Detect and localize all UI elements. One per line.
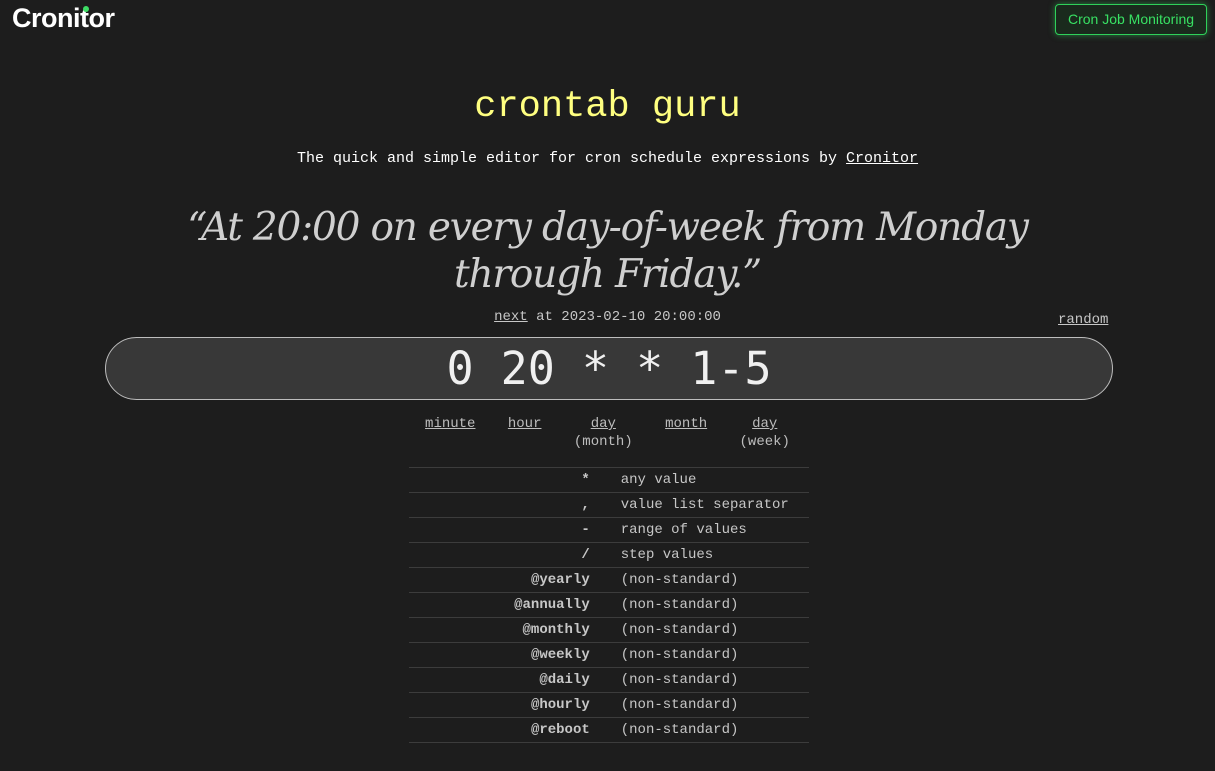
next-link[interactable]: next [494, 309, 528, 325]
table-row: @weekly (non-standard) [409, 642, 809, 668]
syntax-description: (non-standard) [620, 597, 739, 613]
syntax-description: (non-standard) [620, 697, 739, 713]
logo-dot-icon [83, 6, 89, 12]
syntax-description: (non-standard) [620, 647, 739, 663]
table-row: @annually (non-standard) [409, 592, 809, 618]
syntax-symbol: / [581, 547, 590, 563]
table-row: @reboot (non-standard) [409, 717, 809, 743]
random-link[interactable]: random [1058, 312, 1108, 328]
table-row: , value list separator [409, 492, 809, 518]
syntax-description: (non-standard) [620, 622, 739, 638]
cron-expression-input[interactable] [105, 337, 1113, 400]
table-row: * any value [409, 467, 809, 493]
table-row: @hourly (non-standard) [409, 692, 809, 718]
syntax-description: (non-standard) [620, 572, 739, 588]
table-row: @yearly (non-standard) [409, 567, 809, 593]
next-run: next at 2023-02-10 20:00:00 [0, 309, 1215, 325]
table-row: @daily (non-standard) [409, 667, 809, 693]
syntax-symbol: , [581, 497, 590, 513]
cronitor-link[interactable]: Cronitor [846, 150, 918, 167]
human-readable-description: “At 20:00 on every day-of-week from Mond… [187, 205, 1029, 297]
syntax-description: step values [620, 547, 714, 563]
cronitor-logo[interactable]: Cronitor [12, 3, 115, 34]
syntax-symbol: @annually [514, 597, 590, 613]
field-day-week: day (week) [740, 415, 790, 451]
field-day-week-link[interactable]: day [752, 416, 777, 432]
syntax-symbol: @monthly [522, 622, 590, 638]
syntax-symbol: @hourly [530, 697, 590, 713]
field-minute: minute [425, 415, 475, 433]
table-row: - range of values [409, 517, 809, 543]
syntax-symbol: @daily [539, 672, 590, 688]
tagline-text: The quick and simple editor for cron sch… [296, 150, 847, 167]
logo-text: Cronitor [12, 3, 115, 33]
field-month: month [665, 415, 707, 433]
syntax-symbol: @weekly [530, 647, 590, 663]
cron-job-monitoring-button[interactable]: Cron Job Monitoring [1055, 4, 1207, 35]
field-day-month-sub: (month) [573, 434, 633, 450]
syntax-description: range of values [620, 522, 747, 538]
syntax-table: * any value , value list separator - ran… [409, 467, 809, 743]
field-day-month-link[interactable]: day [591, 416, 616, 432]
page-title: crontab guru [474, 86, 741, 128]
logo-text-wrap: Cronitor [12, 3, 115, 34]
syntax-symbol: @reboot [530, 722, 590, 738]
field-day-month: day (month) [574, 415, 633, 451]
table-row: / step values [409, 542, 809, 568]
field-minute-link[interactable]: minute [425, 416, 475, 432]
syntax-description: value list separator [620, 497, 789, 513]
field-hour-link[interactable]: hour [508, 416, 542, 432]
field-hour: hour [508, 415, 542, 433]
field-month-link[interactable]: month [665, 416, 707, 432]
field-labels: minute hour day (month) month day (week) [0, 415, 1215, 451]
syntax-description: (non-standard) [620, 672, 739, 688]
syntax-symbol: - [581, 522, 590, 538]
tagline: The quick and simple editor for cron sch… [0, 150, 1215, 167]
syntax-symbol: @yearly [530, 572, 590, 588]
syntax-symbol: * [581, 472, 590, 488]
syntax-description: any value [620, 472, 697, 488]
field-day-week-sub: (week) [739, 434, 790, 450]
next-run-time: at 2023-02-10 20:00:00 [527, 309, 721, 325]
table-row: @monthly (non-standard) [409, 617, 809, 643]
syntax-description: (non-standard) [620, 722, 739, 738]
